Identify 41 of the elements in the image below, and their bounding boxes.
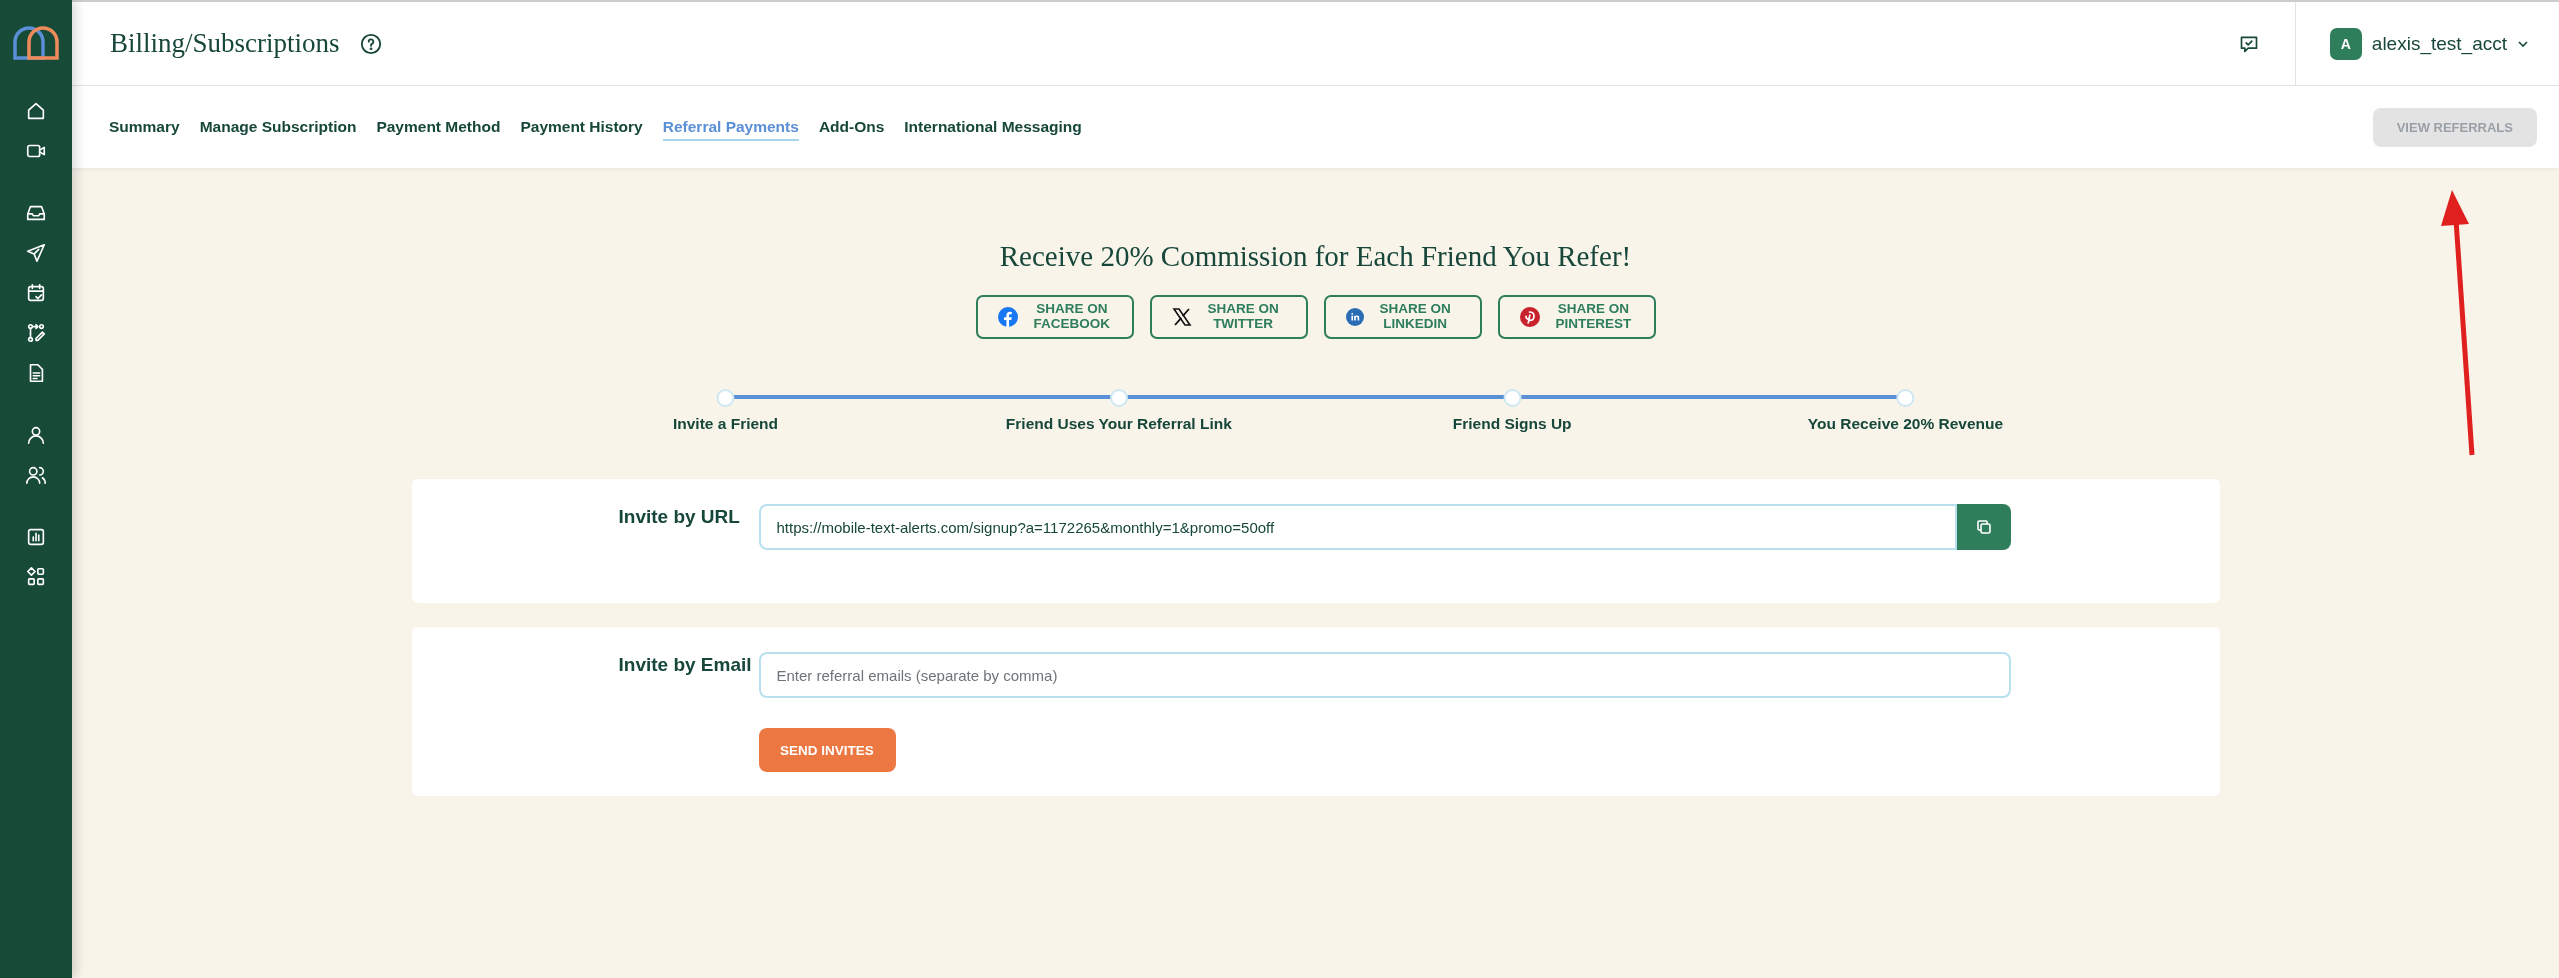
invite-email-label: Invite by Email (618, 653, 753, 677)
apps-icon[interactable] (25, 566, 47, 588)
tab[interactable]: Summary (109, 113, 180, 141)
step-label: You Receive 20% Revenue (1807, 415, 2004, 433)
tab[interactable]: Add-Ons (818, 113, 885, 141)
step-dot (716, 389, 735, 407)
facebook-icon (997, 307, 1018, 327)
copy-button[interactable] (1956, 504, 2011, 550)
page-title: Billing/Subscriptions (110, 28, 340, 59)
send-icon[interactable] (25, 242, 47, 264)
step-dot (1896, 389, 1915, 407)
copy-icon (1975, 519, 1992, 535)
home-icon[interactable] (25, 100, 47, 122)
branch-edit-icon[interactable] (25, 322, 47, 344)
help-icon[interactable] (359, 32, 382, 55)
step-label: Invite a Friend (672, 415, 779, 433)
tab[interactable]: International Messaging (904, 113, 1082, 141)
step-label: Friend Signs Up (1452, 415, 1572, 433)
calendar-check-icon[interactable] (25, 282, 47, 304)
account-name[interactable]: alexis_test_acct (2371, 32, 2507, 55)
referral-url-field[interactable]: https://mobile-text-alerts.com/signup?a=1172265&monthly=1&promo=50off (758, 504, 1957, 550)
user-icon[interactable] (25, 424, 47, 446)
step-label: Friend Uses Your Referral Link (1005, 415, 1232, 433)
share-button[interactable]: SHARE ON LINKEDIN (1323, 295, 1482, 339)
referral-emails-field[interactable]: Enter referral emails (separate by comma) (758, 652, 2011, 698)
share-button[interactable]: SHARE ON PINTEREST (1497, 295, 1656, 339)
step-dot (1503, 389, 1522, 407)
referral-headline: Receive 20% Commission for Each Friend You Refer! (999, 240, 1632, 273)
tab[interactable]: Manage Subscription (199, 113, 357, 141)
users-icon[interactable] (25, 464, 47, 486)
invite-url-label: Invite by URL (618, 505, 741, 529)
step-dot (1109, 389, 1128, 407)
avatar[interactable]: A (2329, 27, 2362, 60)
bar-chart-icon[interactable] (25, 526, 47, 548)
x-logo-icon (1171, 307, 1192, 327)
pinterest-icon (1519, 307, 1540, 327)
linkedin-icon (1345, 308, 1364, 326)
tab[interactable]: Payment Method (376, 113, 501, 141)
tab[interactable]: Payment History (520, 113, 643, 141)
share-button[interactable]: SHARE ON TWITTER (1149, 295, 1308, 339)
share-button[interactable]: SHARE ON FACEBOOK (975, 295, 1134, 339)
